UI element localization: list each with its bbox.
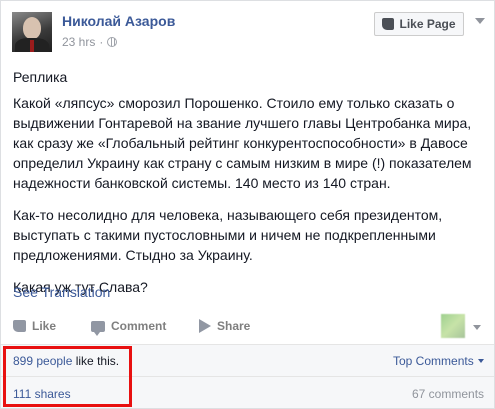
like-icon (13, 320, 26, 332)
post-paragraph: Как-то несолидно для человека, называюще… (13, 207, 443, 263)
thumbs-up-icon (382, 18, 395, 30)
like-button[interactable]: Like (13, 319, 56, 333)
top-comments-dropdown[interactable]: Top Comments (393, 354, 484, 368)
post-actions: Like Comment Share (13, 319, 483, 337)
comments-count[interactable]: 67 comments (412, 387, 484, 401)
like-label: Like (32, 319, 57, 333)
post-time[interactable]: 23 hrs (62, 35, 95, 49)
post-paragraph: Реплика (13, 69, 68, 85)
globe-icon[interactable] (107, 37, 118, 47)
comment-icon (91, 320, 105, 336)
avatar-tie (30, 40, 34, 52)
comment-button[interactable]: Comment (91, 319, 167, 336)
post-paragraph: Какой «ляпсус» сморозил Порошенко. Стоил… (13, 95, 472, 191)
post-meta: 23 hrs · (62, 35, 118, 49)
comment-label: Comment (111, 319, 167, 333)
avatar-head (23, 17, 41, 39)
see-translation-link[interactable]: See Translation (13, 284, 110, 300)
author-avatar[interactable] (12, 12, 52, 52)
meta-separator: · (99, 35, 104, 49)
post-body: Реплика Какой «ляпсус» сморозил Порошенк… (13, 67, 483, 309)
commenter-chevron-icon[interactable] (473, 325, 481, 330)
share-label: Share (217, 319, 251, 333)
commenter-avatar[interactable] (441, 314, 465, 338)
like-page-button[interactable]: Like Page (374, 12, 464, 36)
like-page-label: Like Page (399, 17, 456, 31)
highlight-annotation (3, 346, 132, 407)
caret-down-icon (477, 359, 484, 363)
author-name[interactable]: Николай Азаров (62, 13, 175, 29)
top-comments-label: Top Comments (393, 354, 474, 368)
post-options-chevron-icon[interactable] (475, 18, 485, 24)
share-icon (199, 319, 211, 333)
share-button[interactable]: Share (199, 319, 250, 333)
